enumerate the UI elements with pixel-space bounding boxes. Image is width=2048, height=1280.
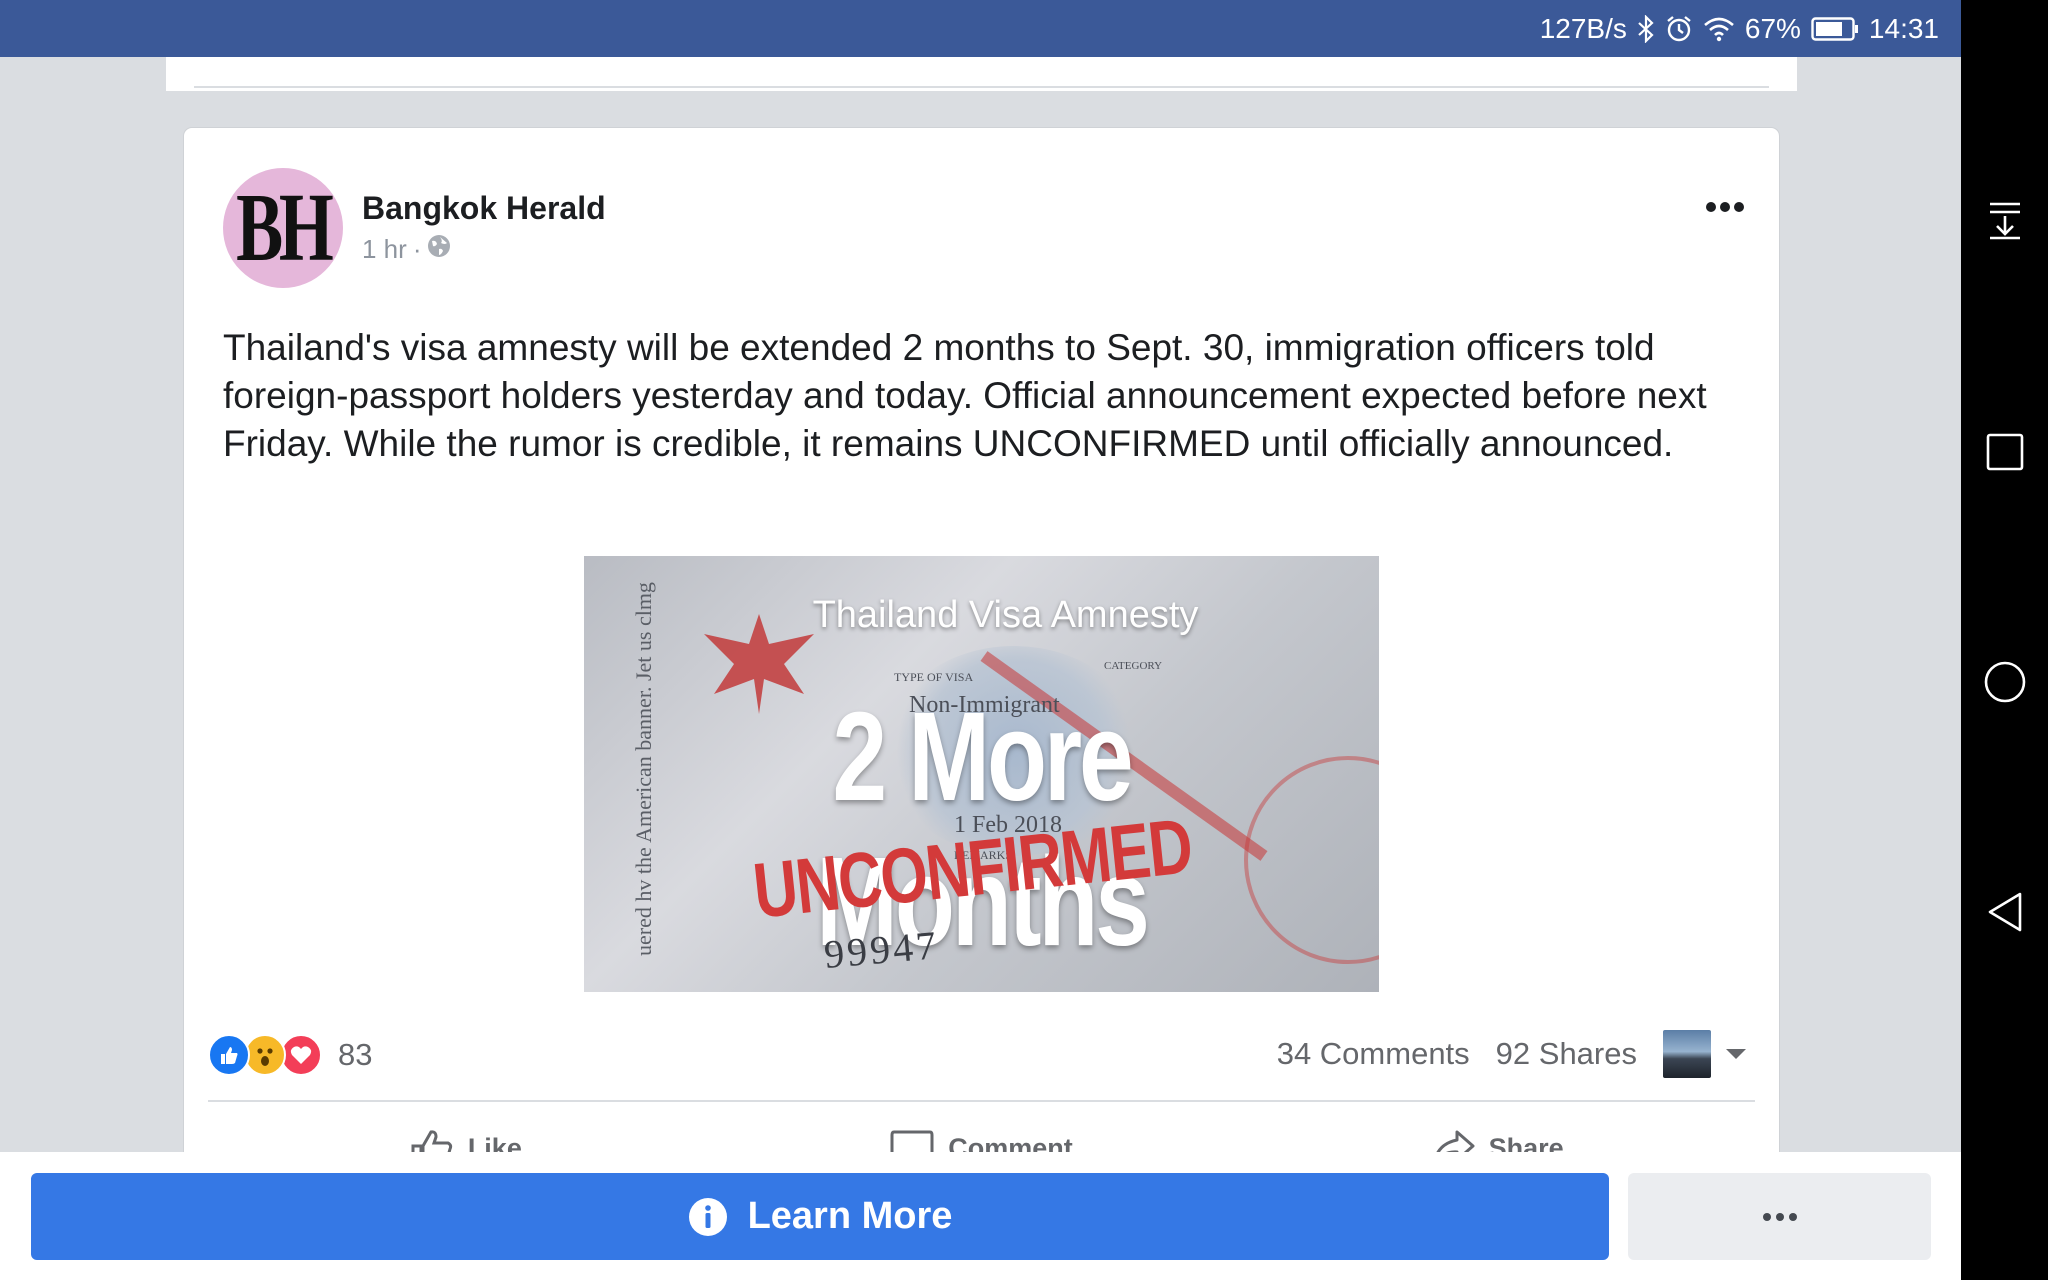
home-button[interactable] — [1961, 652, 2048, 712]
battery-percent: 67% — [1744, 12, 1801, 44]
globe-icon — [427, 234, 451, 265]
recents-button[interactable] — [1961, 422, 2048, 482]
back-button[interactable] — [1961, 882, 2048, 942]
reaction-as-selector[interactable] — [1663, 1030, 1747, 1078]
divider — [194, 86, 1769, 88]
info-icon — [688, 1197, 727, 1236]
meta-separator: · — [412, 234, 422, 264]
category-label: CATEGORY — [1104, 660, 1163, 672]
wow-reaction-icon — [244, 1034, 286, 1076]
reaction-count: 83 — [338, 1037, 373, 1072]
comments-count[interactable]: 34 Comments — [1277, 1036, 1470, 1072]
viewer-avatar — [1663, 1030, 1711, 1078]
bluetooth-icon — [1637, 14, 1655, 43]
wifi-icon — [1703, 16, 1735, 42]
post-options-button[interactable] — [1705, 200, 1745, 218]
clock: 14:31 — [1868, 12, 1939, 44]
love-reaction-icon — [280, 1034, 322, 1076]
passport-number: 99947 — [822, 922, 941, 977]
image-caption: Thailand Visa Amnesty — [812, 594, 1199, 636]
alarm-icon — [1665, 15, 1693, 43]
engagement-counts: 34 Comments 92 Shares — [1277, 1030, 1747, 1078]
visa-type-label: TYPE OF VISA — [894, 670, 974, 684]
chevron-down-icon — [1726, 1049, 1746, 1059]
notification-pulldown-icon[interactable] — [1961, 190, 2048, 250]
post-text: Thailand's visa amnesty will be extended… — [223, 327, 1707, 464]
shares-count[interactable]: 92 Shares — [1496, 1036, 1637, 1072]
page-avatar[interactable]: BH — [223, 168, 343, 288]
more-dots-icon — [1762, 1212, 1797, 1221]
network-speed: 127B/s — [1539, 12, 1627, 44]
learn-more-label: Learn More — [747, 1195, 953, 1237]
reactions-summary[interactable]: 83 — [208, 1034, 372, 1076]
post-card: BH Bangkok Herald 1 hr · Thailand's visa… — [184, 128, 1779, 1188]
navigation-bar — [1961, 0, 2048, 1280]
battery-icon — [1811, 16, 1859, 41]
status-bar: 127B/s 67% 14:31 — [0, 0, 1961, 57]
post-image[interactable]: uered hv the American banner. Jet us clm… — [584, 556, 1379, 992]
previous-post-bottom — [166, 57, 1797, 91]
divider — [208, 1100, 1755, 1102]
avatar-initials: BH — [236, 174, 334, 282]
learn-more-button[interactable]: Learn More — [31, 1173, 1609, 1260]
cta-more-button[interactable] — [1628, 1173, 1931, 1260]
cta-bar: Learn More — [0, 1152, 1961, 1280]
post-meta: 1 hr · — [362, 234, 451, 265]
page-name[interactable]: Bangkok Herald — [362, 190, 606, 227]
post-time[interactable]: 1 hr — [362, 234, 407, 265]
like-reaction-icon — [208, 1034, 250, 1076]
